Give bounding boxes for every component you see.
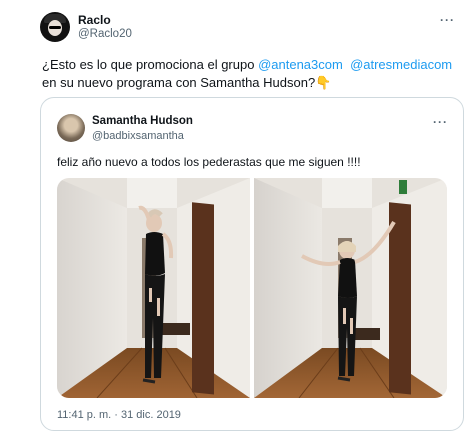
tweet: Raclo @Raclo20 ··· ¿Esto es lo que promo… [0, 0, 466, 434]
tweet-text-prefix: ¿Esto es lo que promociona el grupo [42, 57, 259, 72]
tweet-text-line-2: en su nuevo programa con Samantha Hudson… [42, 74, 456, 92]
author-display-name[interactable]: Raclo [78, 13, 111, 27]
quoted-author-display-name[interactable]: Samantha Hudson [92, 115, 193, 127]
quoted-timestamp[interactable]: 11:41 p. m. · 31 dic. 2019 [57, 409, 181, 421]
media-photo-1[interactable] [57, 178, 250, 398]
author-avatar[interactable] [40, 12, 70, 42]
more-icon[interactable]: ··· [440, 13, 455, 27]
quoted-more-icon[interactable]: ··· [433, 115, 448, 129]
hallway-photo-2 [254, 178, 447, 398]
media-photo-2[interactable] [254, 178, 447, 398]
quoted-tweet-text: feliz año nuevo a todos los pederastas q… [57, 155, 361, 169]
tweet-text: ¿Esto es lo que promociona el grupo @ant… [42, 56, 456, 92]
mention-antena3com[interactable]: @antena3com [258, 57, 343, 72]
mention-atresmediacom[interactable]: @atresmediacom [350, 57, 452, 72]
quoted-author-avatar[interactable] [57, 114, 85, 142]
tweet-text-line-1: ¿Esto es lo que promociona el grupo @ant… [42, 56, 456, 74]
quoted-tweet[interactable]: Samantha Hudson @badbixsamantha ··· feli… [40, 97, 464, 431]
pointing-down-emoji: 👇 [315, 75, 332, 90]
avatar-glasses-shape [49, 26, 61, 29]
author-handle[interactable]: @Raclo20 [78, 28, 132, 40]
quoted-author-handle[interactable]: @badbixsamantha [92, 130, 184, 142]
tweet-text-second-line: en su nuevo programa con Samantha Hudson… [42, 75, 316, 90]
quoted-media [57, 178, 447, 398]
hallway-photo-1 [57, 178, 250, 398]
